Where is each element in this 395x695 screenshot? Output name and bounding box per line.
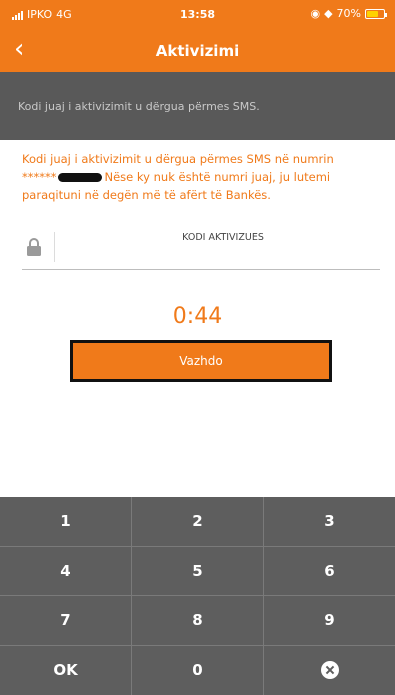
key-2[interactable]: 2 [132, 497, 264, 547]
message-line-2: ****** Nëse ky nuk është numri juaj, ju l… [22, 168, 382, 186]
key-delete[interactable] [264, 646, 395, 695]
key-9[interactable]: 9 [264, 596, 395, 646]
key-1[interactable]: 1 [0, 497, 132, 547]
key-8[interactable]: 8 [132, 596, 264, 646]
key-ok[interactable]: OK [0, 645, 132, 695]
key-3[interactable]: 3 [264, 497, 395, 547]
status-right: ◉ ◆ 70% [310, 7, 387, 20]
info-text: Kodi juaj i aktivizimit u dërgua përmes … [18, 100, 260, 113]
key-7[interactable]: 7 [0, 596, 132, 646]
activation-code-label: KODI AKTIVIZUES [182, 232, 264, 243]
alarm-icon: ◉ [310, 7, 321, 20]
backspace-icon [320, 661, 339, 680]
key-4[interactable]: 4 [0, 546, 132, 596]
lock-rotation-icon: ◆ [324, 7, 333, 20]
info-banner: Kodi juaj i aktivizimit u dërgua përmes … [0, 72, 395, 140]
numeric-keypad: 1 2 3 4 5 6 7 8 9 OK 0 [0, 497, 395, 695]
redacted-phone [57, 173, 102, 182]
message-line-1: Kodi juaj i aktivizimit u dërgua përmes … [22, 152, 334, 166]
battery-icon [365, 8, 387, 19]
status-bar: IPKO 4G 13:58 ◉ ◆ 70% [0, 0, 395, 30]
message-line-2-text: Nëse ky nuk është numri juaj, ju lutemi [104, 170, 331, 184]
activation-code-input[interactable] [62, 248, 372, 266]
key-5[interactable]: 5 [132, 546, 264, 596]
key-6[interactable]: 6 [264, 547, 395, 596]
battery-fill [367, 10, 378, 17]
continue-button[interactable]: Vazhdo [70, 340, 332, 382]
masked-phone-prefix: ****** [22, 170, 57, 184]
nav-bar: ‹ Aktivizimi [0, 30, 395, 72]
page-title: Aktivizimi [155, 42, 240, 60]
activation-message: Kodi juaj i aktivizimit u dërgua përmes … [22, 150, 382, 204]
battery-percent: 70% [336, 7, 361, 20]
key-0[interactable]: 0 [132, 645, 264, 695]
activation-code-field: KODI AKTIVIZUES [22, 226, 380, 270]
message-line-3: paraqituni në degën më të afërt të Bankë… [22, 188, 271, 202]
countdown-timer: 0:44 [172, 304, 223, 329]
